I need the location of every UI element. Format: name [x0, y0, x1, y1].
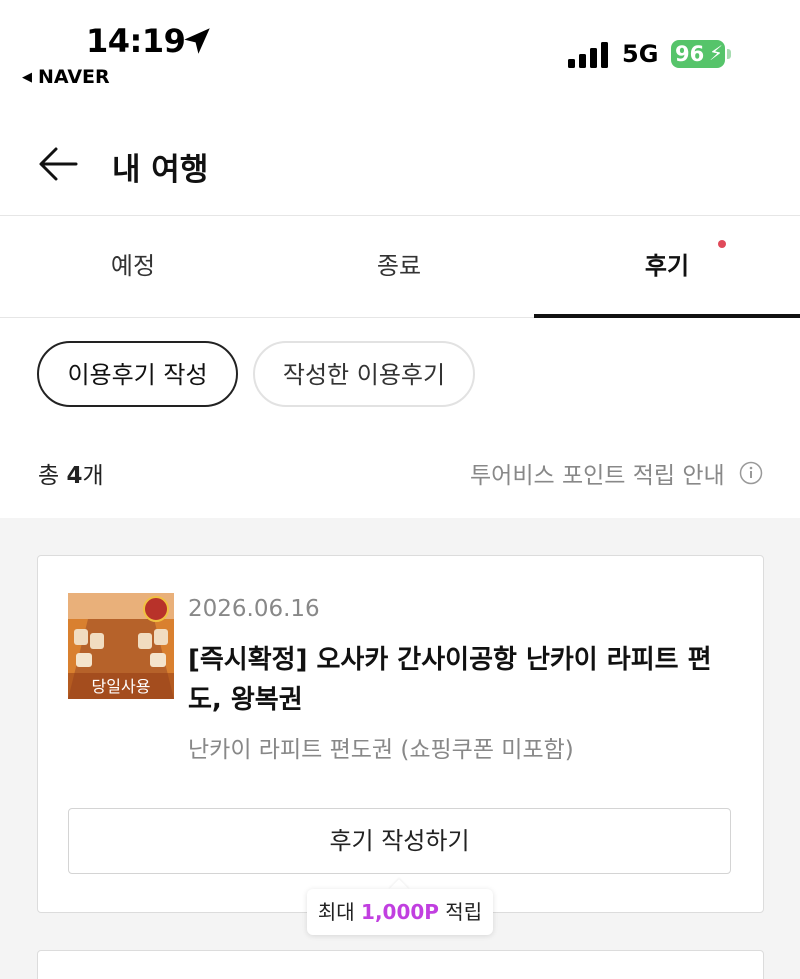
page-title: 내 여행 — [112, 152, 209, 188]
product-option: 난카이 라피트 편도권 (쇼핑쿠폰 미포함) — [188, 737, 574, 763]
total-prefix: 총 — [38, 463, 67, 489]
tab-ended[interactable]: 종료 — [266, 216, 532, 318]
cellular-signal-icon — [568, 42, 608, 68]
clock: 14:19 — [86, 22, 186, 60]
trip-date: 2026.06.16 — [188, 596, 320, 622]
back-arrow-icon[interactable] — [36, 144, 80, 184]
total-suffix: 개 — [82, 463, 104, 489]
page-header: 내 여행 — [0, 110, 800, 216]
back-app-label: NAVER — [38, 66, 110, 88]
points-tooltip: 최대 1,000P 적립 — [307, 889, 493, 935]
train-interior-image: 당일사용 — [68, 593, 174, 699]
thumbnail-label: 당일사용 — [92, 677, 151, 696]
points-guide-link[interactable]: 투어비스 포인트 적립 안내 — [470, 456, 725, 490]
location-arrow-icon — [184, 28, 210, 54]
total-number: 4 — [66, 463, 83, 489]
info-icon[interactable] — [739, 461, 763, 485]
written-reviews-chip[interactable]: 작성한 이용후기 — [253, 341, 475, 407]
new-badge-dot — [718, 240, 726, 248]
product-title[interactable]: [즉시확정] 오사카 간사이공항 난카이 라피트 편도, 왕복권 — [188, 640, 728, 720]
tooltip-prefix: 최대 — [317, 900, 362, 924]
product-thumbnail[interactable]: 당일사용 — [68, 593, 174, 699]
battery-icon: 96 ⚡ — [671, 40, 731, 68]
total-count: 총 4개 — [38, 456, 104, 490]
review-card — [37, 950, 764, 979]
tooltip-points: 1,000P — [361, 900, 439, 924]
back-triangle-icon: ◀ — [22, 70, 32, 85]
network-type: 5G — [622, 40, 659, 68]
battery-level: 96 — [675, 42, 705, 66]
tooltip-suffix: 적립 — [438, 900, 483, 924]
charging-bolt-icon: ⚡ — [708, 41, 723, 65]
status-bar: 14:19 ◀ NAVER 5G 96 ⚡ — [0, 0, 800, 100]
tab-bar: 예정 종료 후기 — [0, 216, 800, 318]
tab-reviews[interactable]: 후기 — [534, 216, 800, 318]
back-to-app-link[interactable]: ◀ NAVER — [22, 66, 110, 88]
write-review-button[interactable]: 후기 작성하기 — [68, 808, 731, 874]
write-review-chip[interactable]: 이용후기 작성 — [37, 341, 238, 407]
tab-upcoming[interactable]: 예정 — [0, 216, 266, 318]
